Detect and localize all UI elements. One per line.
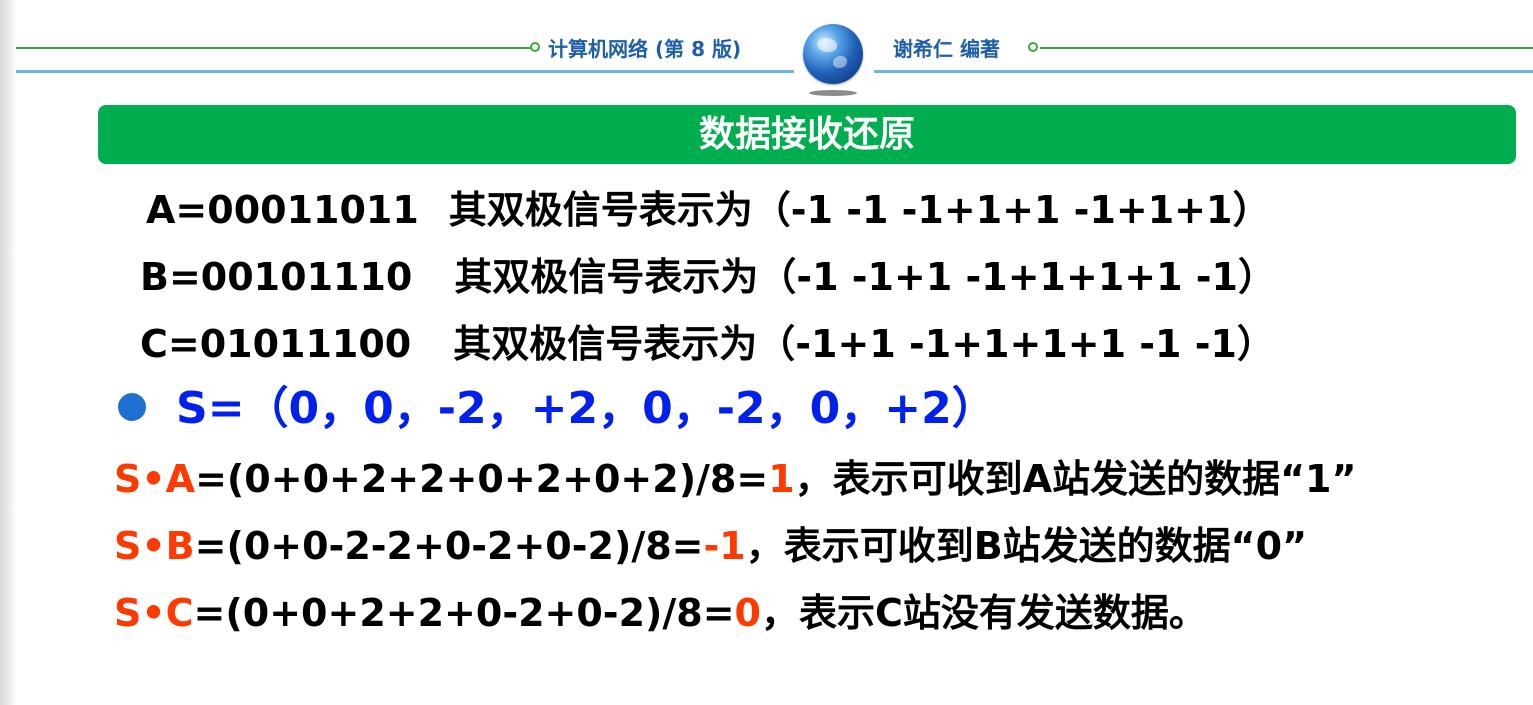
header-ring-right — [1028, 42, 1038, 52]
code-desc: 其双极信号表示为（-1+1 -1+1+1+1 -1 -1） — [453, 322, 1275, 366]
left-edge-shadow — [0, 0, 16, 705]
result-line-c: S•C=(0+0+2+2+0-2+0-2)/8=0，表示C站没有发送数据。 — [114, 589, 1207, 637]
code-label: C=01011100 — [140, 322, 412, 366]
result-prefix: S•B — [114, 524, 195, 568]
result-text: ，表示可收到B站发送的数据“0” — [745, 524, 1308, 568]
s-vector-line: S=（0，0，-2，+2，0，-2，0，+2） — [118, 385, 996, 433]
result-formula: =(0+0+2+2+0-2+0-2)/8= — [193, 591, 735, 635]
bullet-icon — [118, 393, 146, 421]
header-underline-right — [874, 70, 1533, 73]
code-line-c: C=01011100 其双极信号表示为（-1+1 -1+1+1+1 -1 -1） — [140, 320, 1275, 368]
code-line-a: A=00011011 其双极信号表示为（-1 -1 -1+1+1 -1+1+1） — [146, 186, 1270, 234]
header-underline-left — [16, 70, 794, 73]
result-line-b: S•B=(0+0-2-2+0-2+0-2)/8=-1，表示可收到B站发送的数据“… — [114, 522, 1307, 570]
s-vector: S=（0，0，-2，+2，0，-2，0，+2） — [176, 383, 996, 434]
header-divider-right — [1040, 47, 1533, 49]
code-label: A=00011011 — [146, 188, 419, 232]
result-value: 1 — [768, 457, 795, 501]
code-desc: 其双极信号表示为（-1 -1 -1+1+1 -1+1+1） — [448, 188, 1271, 232]
result-text: ，表示可收到A站发送的数据“1” — [794, 457, 1357, 501]
globe-icon — [803, 24, 863, 84]
header-divider-left — [16, 47, 532, 49]
result-formula: =(0+0+2+2+0+2+0+2)/8= — [195, 457, 769, 501]
result-line-a: S•A=(0+0+2+2+0+2+0+2)/8=1，表示可收到A站发送的数据“1… — [114, 455, 1356, 503]
result-prefix: S•C — [114, 591, 194, 635]
result-prefix: S•A — [114, 457, 196, 501]
globe-shadow — [809, 90, 857, 96]
book-title: 计算机网络 (第 8 版) — [548, 37, 742, 61]
code-desc: 其双极信号表示为（-1 -1+1 -1+1+1+1 -1） — [454, 255, 1276, 299]
slide-title: 数据接收还原 — [98, 105, 1516, 164]
result-value: -1 — [703, 524, 746, 568]
result-formula: =(0+0-2-2+0-2+0-2)/8= — [194, 524, 704, 568]
book-author: 谢希仁 编著 — [893, 37, 1000, 61]
header-ring-left — [530, 42, 540, 52]
code-line-b: B=00101110 其双极信号表示为（-1 -1+1 -1+1+1+1 -1） — [140, 253, 1276, 301]
result-value: 0 — [734, 591, 761, 635]
result-text: ，表示C站没有发送数据。 — [761, 591, 1207, 635]
code-label: B=00101110 — [140, 255, 413, 299]
